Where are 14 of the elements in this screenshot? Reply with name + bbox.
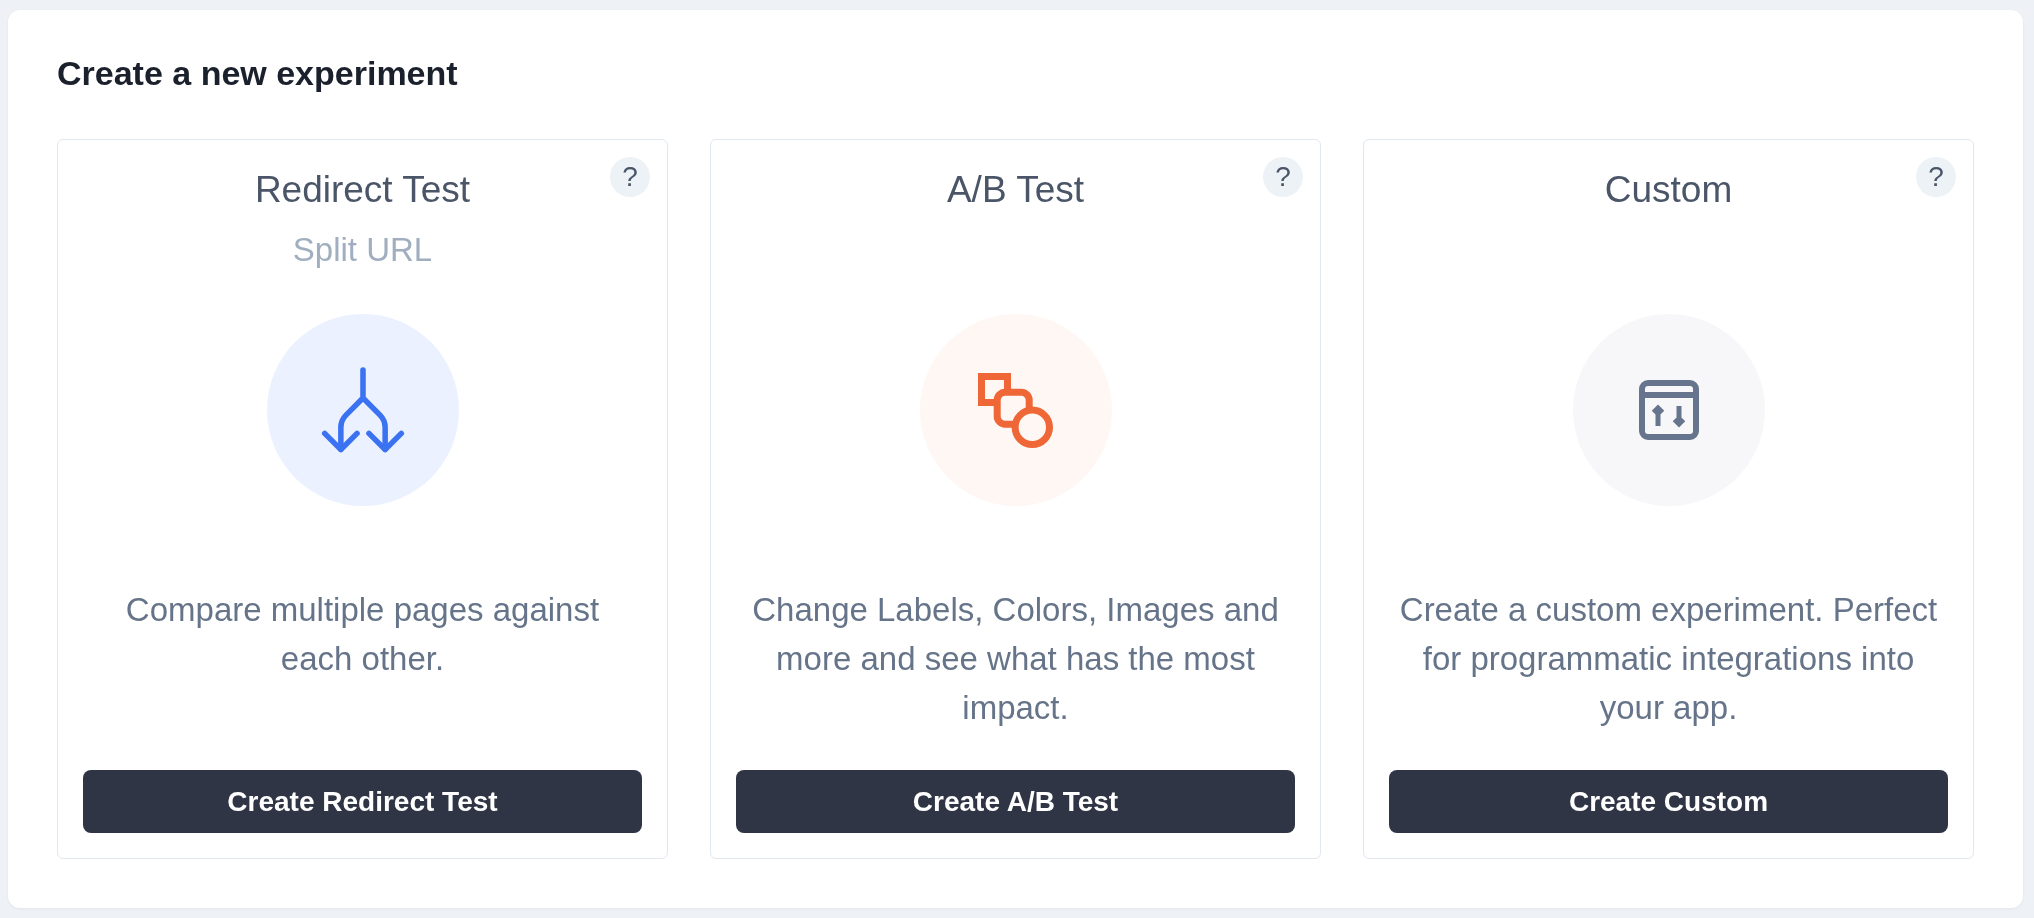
help-button[interactable]: ? bbox=[1916, 157, 1956, 197]
card-title: Redirect Test bbox=[254, 170, 471, 210]
help-button[interactable]: ? bbox=[610, 157, 650, 197]
create-button[interactable]: Create Custom bbox=[1389, 770, 1948, 833]
card-description: Change Labels, Colors, Images and more and see what has the most impact. bbox=[751, 590, 1280, 728]
help-button[interactable]: ? bbox=[1263, 157, 1303, 197]
card-title: Custom bbox=[1604, 170, 1733, 210]
create-button[interactable]: Create A/B Test bbox=[736, 770, 1295, 833]
card-subtitle: Split URL bbox=[292, 230, 433, 270]
card-description: Compare multiple pages against each other. bbox=[124, 590, 601, 679]
card-title: A/B Test bbox=[946, 170, 1085, 210]
card-description: Create a custom experiment. Perfect for programmatic integrations into your app. bbox=[1398, 590, 1939, 728]
section-title: Create a new experiment bbox=[57, 53, 459, 93]
create-button[interactable]: Create Redirect Test bbox=[83, 770, 642, 833]
